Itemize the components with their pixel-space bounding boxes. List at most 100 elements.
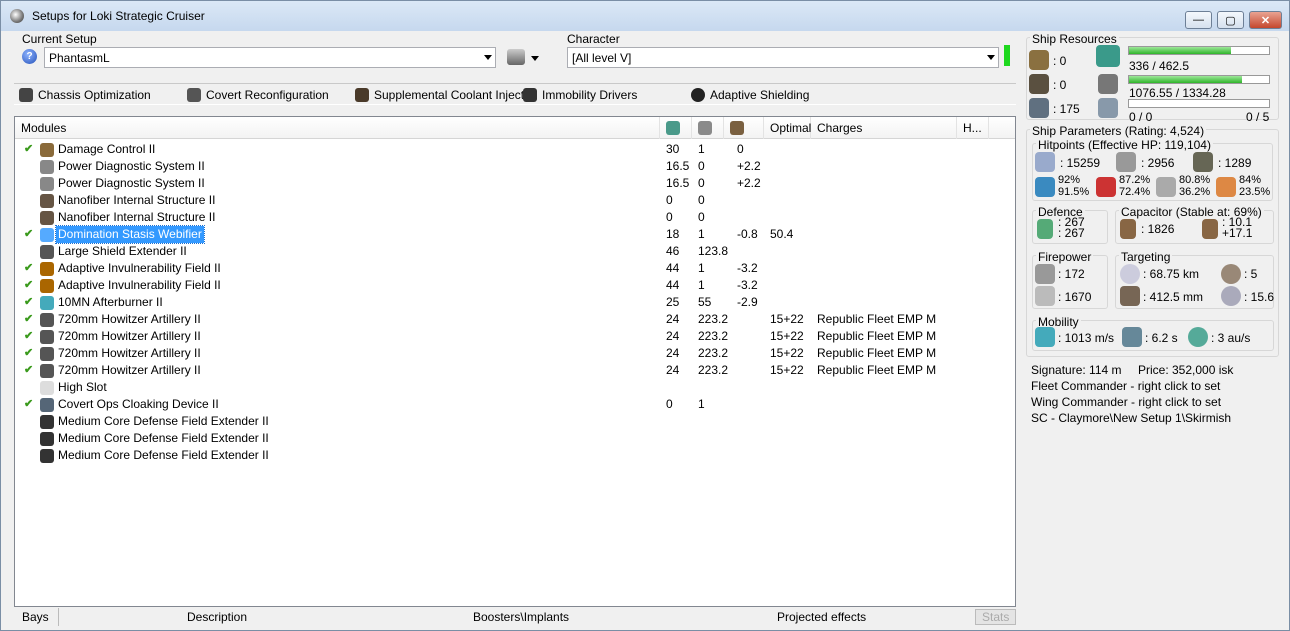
table-row[interactable]: ✔ Damage Control II 30 1 0 <box>15 141 1015 158</box>
col-powergrid[interactable] <box>692 117 724 139</box>
table-row[interactable]: Large Shield Extender II 46 123.8 <box>15 243 1015 260</box>
powergrid-value: 1 <box>698 261 705 275</box>
drone-bandwidth-icon <box>1098 98 1118 118</box>
cpu-value: 44 <box>666 261 680 275</box>
fleet-commander[interactable]: Fleet Commander - right click to set <box>1031 379 1220 393</box>
subsystem-label: Covert Reconfiguration <box>206 88 329 102</box>
powergrid-value: 223.2 <box>698 346 729 360</box>
targeting-title: Targeting <box>1119 250 1173 264</box>
powergrid-value: 1 <box>698 278 705 292</box>
drone-bandwidth-value: 0 / 0 <box>1129 110 1153 124</box>
subsystem-item[interactable]: Immobility Drivers <box>523 88 637 102</box>
table-row[interactable]: Medium Core Defense Field Extender II <box>15 447 1015 464</box>
wing-commander[interactable]: Wing Commander - right click to set <box>1031 395 1221 409</box>
col-heat[interactable]: H... <box>957 117 989 139</box>
capacitor-value: -3.2 <box>737 261 758 275</box>
optimal-value: 50.4 <box>770 227 794 241</box>
table-row[interactable]: Medium Core Defense Field Extender II <box>15 413 1015 430</box>
defence-icon <box>1037 219 1053 239</box>
armor-icon <box>1116 152 1136 172</box>
subsystem-icon <box>19 88 33 102</box>
module-name: 720mm Howitzer Artillery II <box>58 363 201 377</box>
table-row[interactable]: ✔ Domination Stasis Webifier 18 1 -0.8 50.4 <box>15 225 1015 244</box>
module-name: High Slot <box>58 380 107 394</box>
calibration-value: : 175 <box>1053 102 1080 116</box>
table-row[interactable]: Medium Core Defense Field Extender II <box>15 430 1015 447</box>
minimize-button[interactable]: — <box>1185 11 1212 29</box>
tab-projected-effects[interactable]: Projected effects <box>777 610 866 624</box>
character-select[interactable]: [All level V] <box>567 47 999 68</box>
col-capacitor[interactable] <box>724 117 764 139</box>
module-icon <box>40 211 54 225</box>
hull-icon <box>1193 152 1213 172</box>
module-icon <box>40 398 54 412</box>
table-row[interactable]: Nanofiber Internal Structure II 0 0 <box>15 192 1015 209</box>
table-row[interactable]: High Slot <box>15 379 1015 396</box>
table-row[interactable]: ✔ 720mm Howitzer Artillery II 24 223.2 15+22… <box>15 345 1015 362</box>
table-row[interactable]: Power Diagnostic System II 16.5 0 +2.2 <box>15 158 1015 175</box>
tab-bays[interactable]: Bays <box>22 610 49 624</box>
table-row[interactable]: ✔ 720mm Howitzer Artillery II 24 223.2 15+22… <box>15 328 1015 345</box>
module-name: Damage Control II <box>58 142 156 156</box>
module-name: Power Diagnostic System II <box>58 176 205 190</box>
subsystem-label: Adaptive Shielding <box>710 88 810 102</box>
max-targets-icon <box>1221 264 1241 284</box>
maximize-button[interactable]: ▢ <box>1217 11 1244 29</box>
module-name: 10MN Afterburner II <box>58 295 163 309</box>
powergrid-bar <box>1128 75 1270 84</box>
powergrid-value: 223.2 <box>698 329 729 343</box>
module-name: Nanofiber Internal Structure II <box>58 210 216 224</box>
subsystem-item[interactable]: Chassis Optimization <box>19 88 151 102</box>
table-row[interactable]: ✔ Adaptive Invulnerability Field II 44 1 -3.… <box>15 260 1015 277</box>
help-icon[interactable]: ? <box>22 49 37 64</box>
capacitor-delta-b: +17.1 <box>1222 226 1253 240</box>
subsystem-item[interactable]: Adaptive Shielding <box>691 88 809 102</box>
module-icon <box>40 177 54 191</box>
table-row[interactable]: ✔ 720mm Howitzer Artillery II 24 223.2 15+22… <box>15 362 1015 379</box>
table-row[interactable]: ✔ Adaptive Invulnerability Field II 44 1 -3.… <box>15 277 1015 294</box>
table-row[interactable]: ✔ Covert Ops Cloaking Device II 0 1 <box>15 396 1015 413</box>
table-row[interactable]: Power Diagnostic System II 16.5 0 +2.2 <box>15 175 1015 192</box>
capacitor-box: Capacitor (Stable at: 69%) : 1826 : 10.1… <box>1115 205 1274 244</box>
character-label: Character <box>567 32 620 46</box>
col-charges[interactable]: Charges <box>811 117 957 139</box>
tab-boosters-implants[interactable]: Boosters\Implants <box>473 610 569 624</box>
launcher-icon <box>1029 74 1049 94</box>
ship-parameters-box: Ship Parameters (Rating: 4,524) Hitpoint… <box>1026 124 1279 357</box>
dps-value: : 172 <box>1058 267 1085 281</box>
ship-menu-chevron-icon[interactable] <box>531 56 539 61</box>
col-modules[interactable]: Modules <box>15 117 660 139</box>
col-cpu[interactable] <box>660 117 692 139</box>
thermal-armor-resist: 72.4% <box>1119 186 1151 198</box>
module-icon <box>40 347 54 361</box>
capacitor-value: +2.2 <box>737 159 761 173</box>
col-optimal[interactable]: Optimal <box>764 117 811 139</box>
capacitor-value: : 1826 <box>1141 222 1175 236</box>
charges-value: Republic Fleet EMP M <box>817 329 937 343</box>
table-row[interactable]: ✔ 10MN Afterburner II 25 55 -2.9 <box>15 294 1015 311</box>
powergrid-value: 0 <box>698 193 705 207</box>
chevron-down-icon <box>484 55 492 60</box>
setup-select[interactable]: PhantasmL <box>44 47 496 68</box>
modules-list[interactable]: Modules Optimal Charges H... ✔ Damage Con… <box>14 116 1016 607</box>
defence-box: Defence : 267: 267 <box>1032 205 1108 244</box>
ship-menu-icon[interactable] <box>507 49 525 65</box>
module-icon <box>40 194 54 208</box>
close-button[interactable]: ✕ <box>1249 11 1282 29</box>
app-icon <box>10 9 24 23</box>
scan-resolution-icon <box>1120 286 1140 306</box>
tab-description[interactable]: Description <box>187 610 247 624</box>
table-row[interactable]: Nanofiber Internal Structure II 0 0 <box>15 209 1015 226</box>
subsystem-item[interactable]: Supplemental Coolant Injector <box>355 88 535 102</box>
drone-count-value: 0 / 5 <box>1246 110 1270 124</box>
module-name: Medium Core Defense Field Extender II <box>58 448 269 462</box>
active-check: ✔ <box>24 398 34 410</box>
cpu-icon <box>666 121 680 135</box>
cpu-icon <box>1096 45 1120 67</box>
active-check: ✔ <box>24 296 34 308</box>
hitpoints-box: Hitpoints (Effective HP: 119,104) : 1525… <box>1032 138 1273 201</box>
module-name: Adaptive Invulnerability Field II <box>58 261 221 275</box>
subsystem-item[interactable]: Covert Reconfiguration <box>187 88 329 102</box>
table-row[interactable]: ✔ 720mm Howitzer Artillery II 24 223.2 15+22… <box>15 311 1015 328</box>
tab-stats[interactable]: Stats <box>975 609 1017 625</box>
